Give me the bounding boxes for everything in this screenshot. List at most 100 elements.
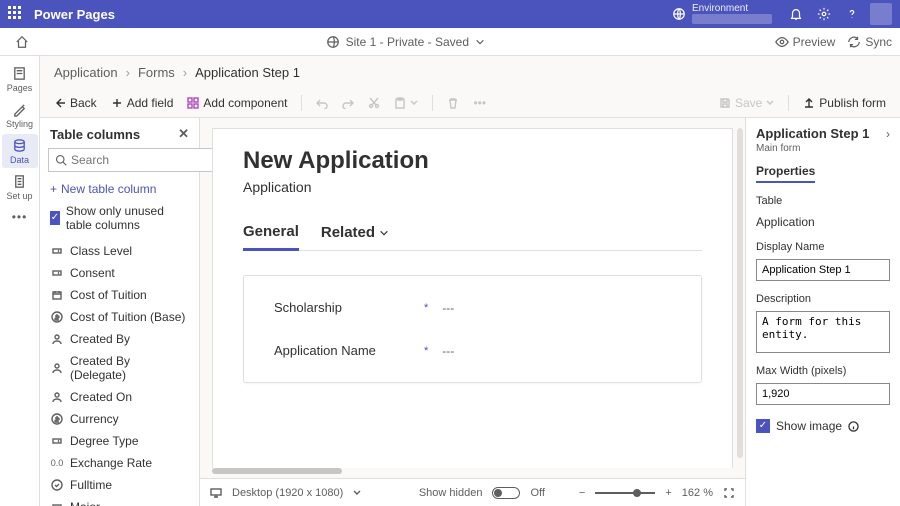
publish-button[interactable]: Publish form <box>803 96 886 110</box>
column-item[interactable]: Fulltime <box>40 474 199 496</box>
zoom-out[interactable]: − <box>579 487 585 499</box>
show-unused-label: Show only unused table columns <box>66 204 189 232</box>
save-label: Save <box>735 96 762 110</box>
tab-general[interactable]: General <box>243 217 299 251</box>
delete-button[interactable] <box>447 97 459 109</box>
column-item[interactable]: Created By (Delegate) <box>40 350 199 386</box>
app-launcher-icon[interactable] <box>8 6 24 22</box>
info-icon[interactable] <box>848 421 859 432</box>
toolbar-divider <box>301 95 302 111</box>
field-value[interactable]: --- <box>442 344 454 358</box>
tab-related[interactable]: Related <box>321 217 389 250</box>
save-button[interactable]: Save <box>719 96 774 110</box>
vertical-scrollbar[interactable] <box>737 128 743 458</box>
required-indicator: * <box>424 302 428 314</box>
eye-icon <box>775 35 789 49</box>
column-item-label: Major <box>70 500 100 506</box>
column-list[interactable]: Class Level ConsentCost of TuitionCost of… <box>40 240 199 506</box>
home-icon[interactable] <box>8 35 36 49</box>
nav-pages-label: Pages <box>7 83 33 93</box>
description-label: Description <box>756 293 890 305</box>
new-column-label: New table column <box>61 182 156 196</box>
breadcrumb-application[interactable]: Application <box>54 65 118 80</box>
tab-general-label: General <box>243 223 299 240</box>
settings-icon[interactable] <box>810 0 838 28</box>
site-name[interactable]: Site 1 - Private - Saved <box>346 35 469 49</box>
field-value[interactable]: --- <box>442 301 454 315</box>
toolbar-overflow[interactable]: ••• <box>473 96 486 110</box>
show-image-toggle[interactable]: Show image <box>756 419 890 433</box>
nav-styling[interactable]: Styling <box>2 98 38 132</box>
max-width-input[interactable] <box>756 383 890 405</box>
preview-label: Preview <box>793 35 836 49</box>
environment-picker[interactable]: Environment <box>662 4 782 24</box>
column-item-label: Exchange Rate <box>70 456 152 470</box>
paste-button[interactable] <box>394 97 418 109</box>
column-item[interactable]: Created On <box>40 386 199 408</box>
form-section-card[interactable]: Scholarship*---Application Name*--- <box>243 275 702 383</box>
preview-button[interactable]: Preview <box>775 35 836 49</box>
undo-button[interactable] <box>316 97 328 109</box>
column-item[interactable]: Degree Type <box>40 430 199 452</box>
sync-button[interactable]: Sync <box>847 35 892 49</box>
field-label: Scholarship <box>274 300 424 315</box>
sync-icon <box>847 35 861 49</box>
zoom-slider[interactable] <box>595 492 655 494</box>
notifications-icon[interactable] <box>782 0 810 28</box>
show-hidden-toggle[interactable] <box>492 487 520 499</box>
viewport-label[interactable]: Desktop (1920 x 1080) <box>232 487 343 499</box>
form-field-row[interactable]: Application Name*--- <box>274 343 671 358</box>
nav-setup[interactable]: Set up <box>2 170 38 204</box>
properties-section-tab[interactable]: Properties <box>756 164 815 183</box>
redo-icon <box>342 97 354 109</box>
chevron-down-icon[interactable] <box>353 489 361 497</box>
nav-pages[interactable]: Pages <box>2 62 38 96</box>
column-item[interactable]: Created By <box>40 328 199 350</box>
properties-title: Application Step 1 <box>756 126 869 141</box>
column-item[interactable]: Consent <box>40 262 199 284</box>
redo-button[interactable] <box>342 97 354 109</box>
horizontal-scrollbar[interactable] <box>212 468 733 476</box>
nav-data[interactable]: Data <box>2 134 38 168</box>
chevron-down-icon[interactable] <box>475 37 485 47</box>
checkbox-checked-icon <box>756 419 770 433</box>
back-button[interactable]: Back <box>54 96 97 110</box>
column-item[interactable]: Cost of Tuition <box>40 284 199 306</box>
cut-button[interactable] <box>368 97 380 109</box>
zoom-in[interactable]: + <box>665 487 671 499</box>
add-field-button[interactable]: Add field <box>111 96 174 110</box>
add-component-button[interactable]: Add component <box>187 96 287 110</box>
toggle-off-label: Off <box>530 487 544 499</box>
nav-overflow[interactable]: ••• <box>12 210 28 224</box>
display-name-input[interactable] <box>756 259 890 281</box>
cut-icon <box>368 97 380 109</box>
form-toolbar: Back Add field Add component ••• Save <box>40 88 900 118</box>
form-field-row[interactable]: Scholarship* --- <box>274 300 671 315</box>
column-item[interactable]: Major <box>40 496 199 506</box>
site-icon <box>326 35 340 49</box>
column-item[interactable]: 0.0Exchange Rate <box>40 452 199 474</box>
arrow-left-icon <box>54 97 66 109</box>
column-item-label: Degree Type <box>70 434 139 448</box>
toolbar-divider <box>788 95 789 111</box>
column-item[interactable]: Currency <box>40 408 199 430</box>
back-label: Back <box>70 96 97 110</box>
column-item-label: Class Level <box>70 244 132 258</box>
help-icon[interactable] <box>838 0 866 28</box>
new-table-column-button[interactable]: + New table column <box>40 178 199 200</box>
description-input[interactable] <box>756 311 890 353</box>
chevron-right-icon[interactable]: › <box>886 127 890 141</box>
sync-label: Sync <box>865 35 892 49</box>
show-unused-toggle[interactable]: Show only unused table columns <box>40 200 199 240</box>
form-title: New Application <box>243 147 702 175</box>
form-surface[interactable]: New Application Application General Rela… <box>212 128 733 468</box>
column-item[interactable]: Class Level <box>40 240 199 262</box>
fit-icon[interactable] <box>723 487 735 499</box>
user-avatar[interactable] <box>870 3 892 25</box>
breadcrumb-forms[interactable]: Forms <box>138 65 175 80</box>
close-icon[interactable]: ✕ <box>178 126 189 142</box>
column-item[interactable]: Cost of Tuition (Base) <box>40 306 199 328</box>
nav-data-label: Data <box>10 155 29 165</box>
column-item-label: Currency <box>70 412 119 426</box>
column-type-icon <box>50 412 64 426</box>
